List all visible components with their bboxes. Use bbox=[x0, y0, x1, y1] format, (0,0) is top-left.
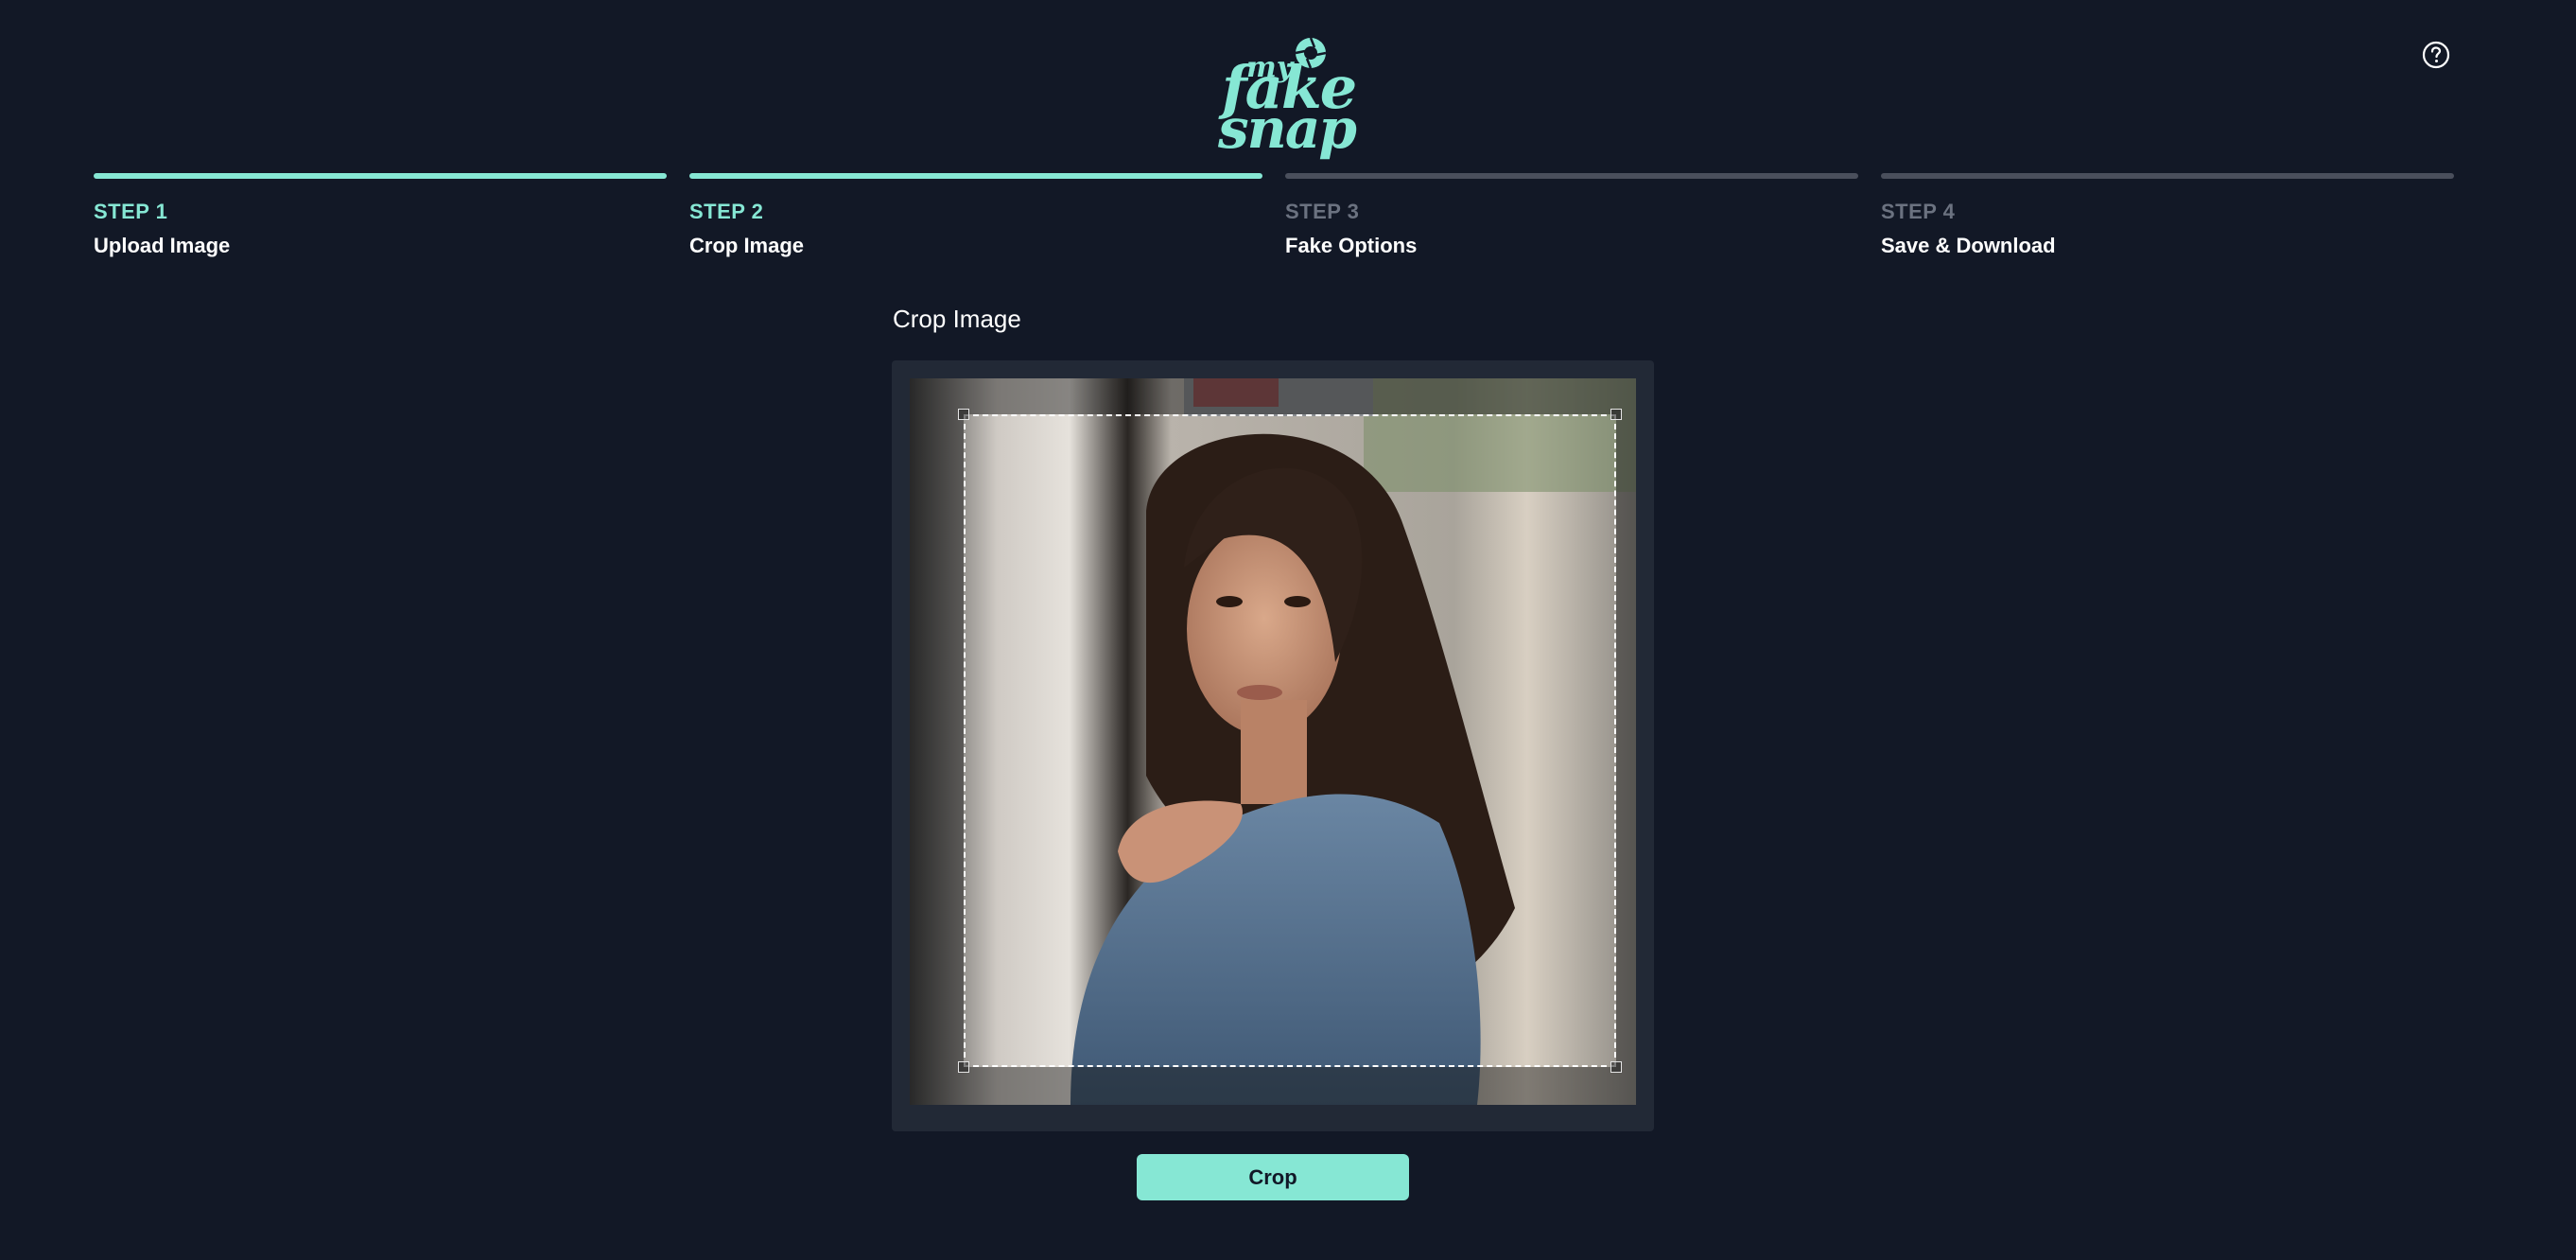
crop-panel bbox=[892, 360, 1654, 1131]
step-save-download[interactable]: STEP 4 Save & Download bbox=[1881, 173, 2454, 277]
myfakesnap-logo: my fake snap bbox=[1218, 34, 1357, 161]
step-number: STEP 3 bbox=[1285, 200, 1360, 223]
help-circle-icon bbox=[2422, 41, 2450, 69]
step-upload-image[interactable]: STEP 1 Upload Image bbox=[94, 173, 667, 277]
crop-button[interactable]: Crop bbox=[1137, 1154, 1409, 1200]
step-number: STEP 1 bbox=[94, 200, 168, 223]
step-title: Crop Image bbox=[689, 234, 805, 257]
help-button[interactable] bbox=[2421, 40, 2451, 70]
crop-section-heading: Crop Image bbox=[893, 305, 1021, 333]
crop-handle-top-right[interactable] bbox=[1610, 409, 1622, 420]
step-fake-options[interactable]: STEP 3 Fake Options bbox=[1285, 173, 1858, 277]
step-number: STEP 2 bbox=[689, 200, 764, 223]
crop-selection-box[interactable] bbox=[958, 409, 1622, 1073]
step-progress: STEP 1 Upload Image STEP 2 Crop Image ST… bbox=[94, 173, 2454, 277]
crop-handle-bottom-right[interactable] bbox=[1610, 1061, 1622, 1073]
step-crop-image[interactable]: STEP 2 Crop Image bbox=[689, 173, 1262, 277]
app-page: my fake snap STEP 1 Upload Image STEP 2 … bbox=[0, 0, 2576, 1260]
step-progress-bar bbox=[1881, 173, 2454, 179]
step-progress-bar bbox=[94, 173, 667, 179]
uploaded-photo[interactable] bbox=[910, 378, 1636, 1105]
step-title: Fake Options bbox=[1285, 234, 1418, 257]
crop-handle-top-left[interactable] bbox=[958, 409, 969, 420]
crop-handle-bottom-left[interactable] bbox=[958, 1061, 969, 1073]
step-progress-bar bbox=[1285, 173, 1858, 179]
step-title: Upload Image bbox=[94, 234, 231, 257]
step-progress-bar bbox=[689, 173, 1262, 179]
step-title: Save & Download bbox=[1881, 234, 2056, 257]
logo-text-snap: snap bbox=[1218, 96, 1357, 161]
step-number: STEP 4 bbox=[1881, 200, 1956, 223]
